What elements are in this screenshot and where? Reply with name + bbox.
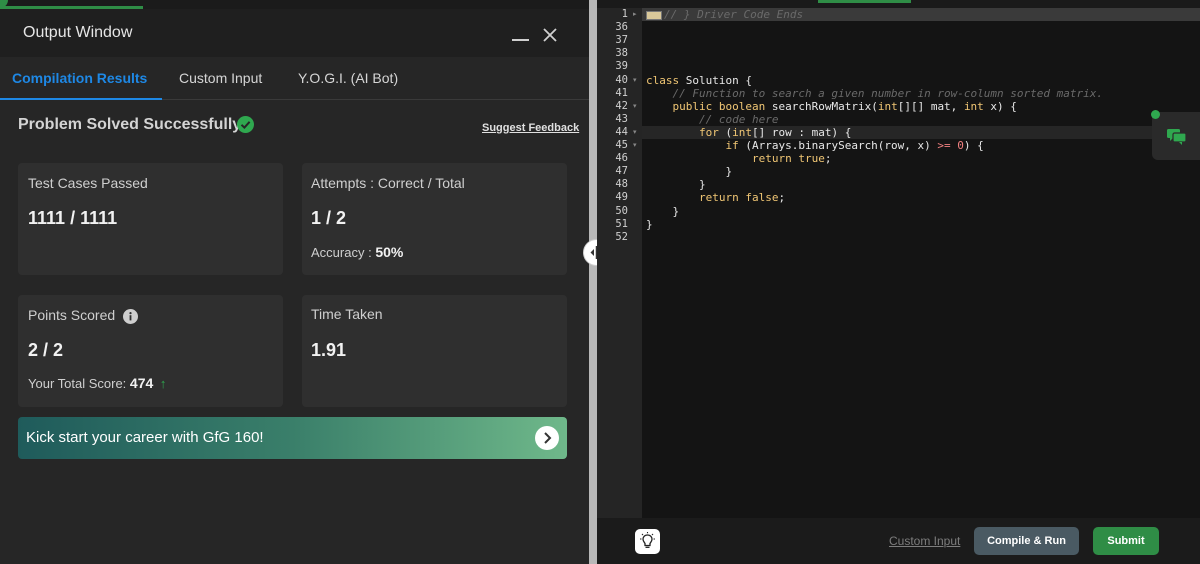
- code-text: // code here: [646, 112, 779, 126]
- attempts-value: 1 / 2: [311, 208, 347, 228]
- fold-toggle-icon[interactable]: ▸: [633, 10, 637, 18]
- check-circle-icon: [237, 116, 254, 133]
- output-window-title: Output Window: [23, 24, 133, 41]
- minimize-icon[interactable]: [512, 39, 529, 41]
- points-value: 2 / 2: [28, 340, 64, 360]
- line-number: 48: [615, 178, 628, 191]
- panel-divider[interactable]: [589, 0, 597, 564]
- line-number: 46: [615, 152, 628, 165]
- info-icon[interactable]: [123, 308, 139, 324]
- chat-status-dot: [1151, 110, 1160, 119]
- code-line: class Solution {: [646, 74, 752, 87]
- arrow-up-icon: ↑: [159, 376, 167, 391]
- test-cases-value: 1111 / 1111: [28, 208, 118, 228]
- submit-button[interactable]: Submit: [1093, 527, 1159, 555]
- tab-custom-input[interactable]: Custom Input: [179, 70, 262, 86]
- attempts-label: Attempts : Correct / Total: [311, 175, 465, 191]
- line-number: 50: [615, 204, 628, 217]
- attempts-card: Attempts : Correct / Total 1 / 2 Accurac…: [302, 163, 567, 275]
- points-label-row: Points Scored: [28, 307, 139, 324]
- code-line: }: [646, 178, 706, 191]
- line-number: 36: [615, 21, 628, 34]
- code-line: }: [646, 205, 679, 218]
- line-number: 49: [615, 191, 628, 204]
- fold-toggle-icon[interactable]: ▾: [633, 128, 637, 136]
- line-number: 37: [615, 34, 628, 47]
- gfg160-banner[interactable]: Kick start your career with GfG 160!: [18, 417, 567, 459]
- line-number-gutter: 1 ▸ 36 37 38 39 40 ▾ 41 42 ▾ 43 44 ▾ 45 ▾ 46 47 48 49 50 51 52: [597, 8, 642, 518]
- code-text: public boolean searchRowMatrix(int[][] m…: [672, 99, 1017, 113]
- fold-toggle-icon[interactable]: ▾: [633, 102, 637, 110]
- code-text: return true;: [751, 152, 832, 166]
- test-cases-label: Test Cases Passed: [28, 175, 148, 191]
- points-card: Points Scored 2 / 2 Your Total Score: 47…: [18, 295, 283, 407]
- code-line: // } Driver Code Ends: [646, 8, 803, 21]
- folded-code-marker-icon[interactable]: [646, 10, 662, 20]
- code-text: if (Arrays.binarySearch(row, x) >= 0) {: [725, 139, 984, 152]
- chat-icon: [1167, 129, 1187, 145]
- suggest-feedback-link[interactable]: Suggest Feedback: [482, 122, 579, 134]
- accuracy-row: Accuracy : 50%: [311, 244, 403, 260]
- code-text: }: [646, 178, 706, 192]
- active-tab-underline: [0, 98, 162, 100]
- close-icon[interactable]: [541, 26, 559, 44]
- fold-toggle-icon[interactable]: ▾: [633, 76, 637, 84]
- editor-footer: Custom Input Compile & Run Submit: [597, 518, 1200, 564]
- code-line: // code here: [646, 113, 778, 126]
- tab-yogi-ai-bot[interactable]: Y.O.G.I. (AI Bot): [298, 70, 398, 86]
- line-number: 41: [615, 86, 628, 99]
- code-text: // } Driver Code Ends: [664, 8, 804, 21]
- total-score-value: 474: [129, 375, 154, 391]
- test-cases-card: Test Cases Passed 1111 / 1111: [18, 163, 283, 275]
- compile-run-button[interactable]: Compile & Run: [974, 527, 1079, 555]
- line-number: 43: [615, 112, 628, 125]
- fold-toggle-icon[interactable]: ▾: [633, 141, 637, 149]
- tab-compilation-results[interactable]: Compilation Results: [12, 70, 147, 86]
- code-line: }: [646, 165, 732, 178]
- time-taken-card: Time Taken 1.91: [302, 295, 567, 407]
- code-editor-panel: 1 ▸ 36 37 38 39 40 ▾ 41 42 ▾ 43 44 ▾ 45 ▾ 46 47 48 49 50 51 52…: [597, 0, 1200, 564]
- code-text: for (int[] row : mat) {: [698, 125, 852, 139]
- code-line: if (Arrays.binarySearch(row, x) >= 0) {: [646, 139, 984, 152]
- line-number: 39: [615, 60, 628, 73]
- line-number: 52: [615, 230, 628, 243]
- code-text: }: [646, 217, 653, 231]
- hint-button[interactable]: [635, 529, 660, 554]
- total-score-row: Your Total Score: 474 ↑: [28, 375, 166, 391]
- result-tabs: Compilation Results Custom Input Y.O.G.I…: [0, 57, 589, 100]
- output-panel: Output Window Compilation Results Custom…: [0, 0, 589, 564]
- banner-arrow-button[interactable]: [535, 426, 559, 450]
- chevron-right-icon: [544, 432, 552, 444]
- code-line: for (int[] row : mat) {: [646, 126, 851, 139]
- code-line: // Function to search a given number in …: [646, 86, 1103, 100]
- lightbulb-icon: [640, 532, 655, 548]
- time-taken-value: 1.91: [311, 340, 347, 360]
- code-text: }: [646, 165, 733, 179]
- code-text: class Solution {: [646, 73, 752, 87]
- code-text: }: [646, 204, 680, 218]
- time-taken-label: Time Taken: [311, 306, 383, 322]
- code-text: return false;: [698, 191, 786, 205]
- accuracy-value: 50%: [375, 244, 404, 260]
- code-line: return true;: [646, 152, 832, 166]
- points-label: Points Scored: [28, 307, 116, 323]
- chat-button[interactable]: [1152, 112, 1200, 160]
- total-score-label: Your Total Score:: [28, 376, 127, 391]
- custom-input-link[interactable]: Custom Input: [889, 534, 960, 548]
- banner-text: Kick start your career with GfG 160!: [26, 429, 264, 446]
- line-number: 47: [615, 165, 628, 178]
- line-number: 38: [615, 47, 628, 60]
- line-number: 51: [615, 217, 628, 230]
- code-line: }: [646, 218, 653, 231]
- code-line: public boolean searchRowMatrix(int[][] m…: [646, 100, 1017, 113]
- editor-tab-indicator: [818, 0, 911, 3]
- accuracy-label: Accuracy :: [311, 245, 372, 260]
- status-message: Problem Solved Successfully: [18, 116, 242, 133]
- code-line: return false;: [646, 191, 785, 204]
- code-text: // Function to search a given number in …: [646, 86, 1103, 100]
